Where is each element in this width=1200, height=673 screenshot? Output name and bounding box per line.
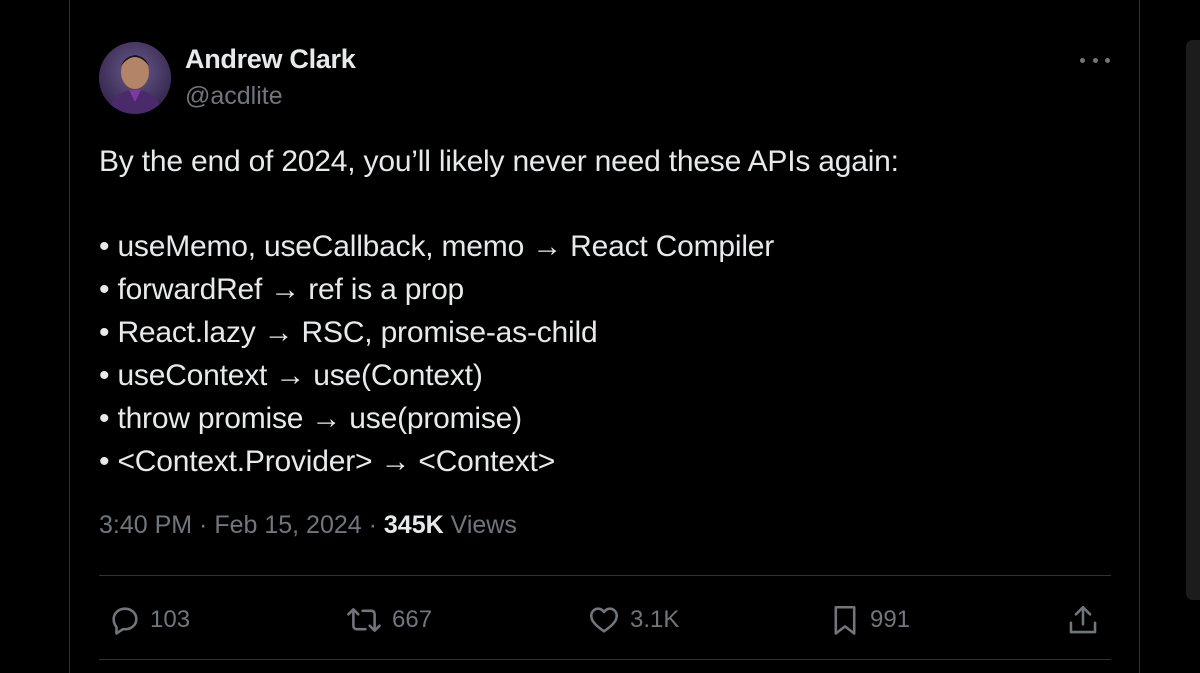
tweet: Andrew Clark @acdlite By the end of 2024… bbox=[70, 0, 1139, 673]
more-icon[interactable] bbox=[1080, 48, 1110, 72]
tweet-bullet: • React.lazy → RSC, promise-as-child bbox=[99, 316, 598, 349]
like-count: 3.1K bbox=[630, 606, 680, 633]
reply-icon bbox=[112, 607, 138, 635]
repost-button[interactable]: 667 bbox=[344, 602, 432, 638]
views-label: Views bbox=[443, 511, 517, 539]
tweet-bullet: • useMemo, useCallback, memo → React Com… bbox=[99, 230, 775, 263]
meta-separator: · bbox=[192, 511, 215, 539]
reply-count: 103 bbox=[150, 606, 191, 633]
heart-icon bbox=[589, 607, 619, 633]
reply-button[interactable]: 103 bbox=[108, 602, 190, 638]
tweet-intro: By the end of 2024, you’ll likely never … bbox=[99, 145, 899, 178]
bookmark-icon bbox=[834, 605, 856, 635]
divider bbox=[99, 575, 1111, 576]
tweet-text: By the end of 2024, you’ll likely never … bbox=[99, 140, 1099, 483]
bookmark-button[interactable]: 991 bbox=[828, 602, 910, 638]
tweet-bullet: • useContext → use(Context) bbox=[99, 359, 483, 392]
tweet-date[interactable]: Feb 15, 2024 bbox=[214, 511, 361, 539]
tweet-bullet: • throw promise → use(promise) bbox=[99, 402, 522, 435]
divider bbox=[99, 659, 1111, 660]
scrollbar[interactable] bbox=[1186, 40, 1200, 600]
tweet-time[interactable]: 3:40 PM bbox=[99, 511, 192, 539]
author-handle[interactable]: @acdlite bbox=[185, 82, 283, 111]
repost-count: 667 bbox=[392, 606, 433, 633]
author-name[interactable]: Andrew Clark bbox=[185, 44, 356, 75]
repost-icon bbox=[347, 608, 381, 632]
meta-separator: · bbox=[361, 511, 384, 539]
bookmark-count: 991 bbox=[870, 606, 911, 633]
tweet-bullet: • forwardRef → ref is a prop bbox=[99, 273, 465, 306]
screen: Andrew Clark @acdlite By the end of 2024… bbox=[0, 0, 1200, 673]
avatar[interactable] bbox=[99, 42, 171, 114]
tweet-bullet: • <Context.Provider> → <Context> bbox=[99, 445, 556, 478]
column-border-right bbox=[1139, 0, 1140, 673]
tweet-meta: 3:40 PM · Feb 15, 2024 · 345K Views bbox=[99, 511, 517, 540]
share-button[interactable] bbox=[1066, 602, 1100, 638]
like-button[interactable]: 3.1K bbox=[586, 602, 679, 638]
share-icon bbox=[1069, 605, 1097, 634]
views-count[interactable]: 345K bbox=[384, 511, 444, 539]
